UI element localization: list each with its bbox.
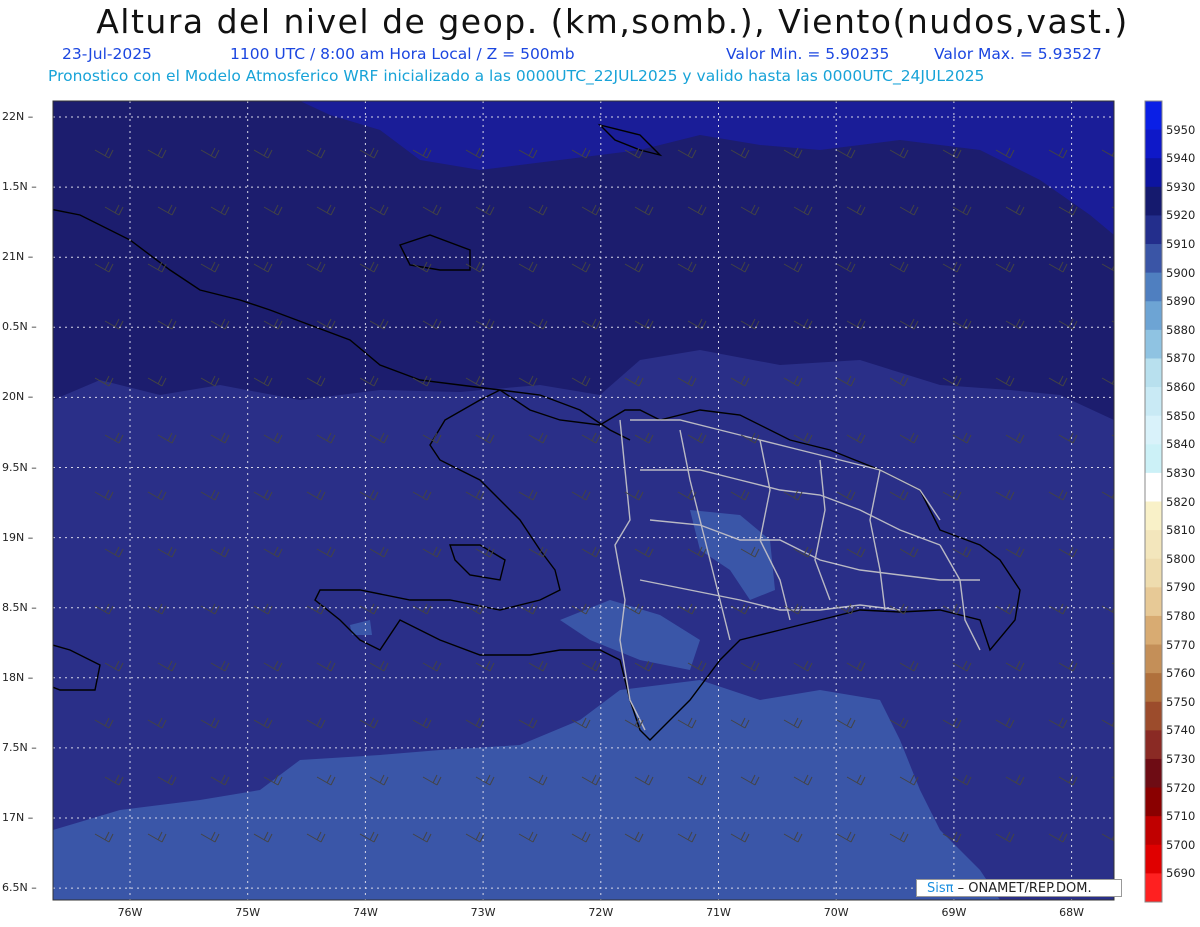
colorbar-label: 5780: [1166, 608, 1196, 623]
colorbar-swatch: [1145, 673, 1162, 703]
longitude-label: 72W: [588, 906, 614, 919]
wind-barb: [1111, 206, 1114, 209]
colorbar-label: 5790: [1166, 580, 1196, 595]
wind-barb: [1111, 320, 1114, 323]
colorbar-label: 5880: [1166, 322, 1196, 337]
colorbar-swatch: [1145, 501, 1162, 531]
latitude-label: 21N –: [2, 250, 34, 264]
longitude-label: 68W: [1059, 906, 1085, 919]
colorbar-label: 5940: [1166, 151, 1196, 166]
colorbar-swatch: [1145, 244, 1162, 274]
colorbar-swatch: [1145, 129, 1162, 159]
credit-text: – ONAMET/REP.DOM.: [953, 881, 1092, 896]
longitude-label: 71W: [706, 906, 731, 919]
colorbar-swatch: [1145, 101, 1162, 131]
colorbar-label: 5850: [1166, 408, 1196, 423]
colorbar: [1144, 100, 1163, 903]
colorbar-label: 5750: [1166, 694, 1196, 709]
colorbar-label: 5760: [1166, 666, 1196, 681]
colorbar-swatch: [1145, 472, 1162, 502]
latitude-label: 19N –: [2, 530, 34, 544]
colorbar-label: 5740: [1166, 723, 1196, 738]
colorbar-label: 5810: [1166, 523, 1196, 538]
colorbar-label: 5710: [1166, 809, 1196, 824]
longitude-label: 74W: [352, 906, 378, 919]
latitude-label: 22N –: [2, 110, 34, 123]
colorbar-label: 5720: [1166, 780, 1196, 795]
colorbar-swatch: [1145, 358, 1162, 388]
longitude-label: 75W: [235, 906, 261, 919]
colorbar-swatch: [1145, 758, 1162, 789]
longitude-label: 70W: [823, 906, 849, 919]
latitude-label: 7.5N –: [2, 740, 37, 754]
colorbar-swatch: [1145, 158, 1162, 188]
colorbar-label: 5690: [1166, 866, 1196, 881]
colorbar-swatch: [1145, 558, 1162, 588]
latitude-label: 1.5N –: [2, 180, 37, 194]
colorbar-label: 5840: [1166, 437, 1196, 452]
colorbar-label: 5700: [1166, 837, 1196, 852]
colorbar-swatch: [1145, 272, 1162, 302]
colorbar-label: 5870: [1166, 351, 1196, 366]
colorbar-label: 5770: [1166, 637, 1196, 652]
colorbar-label: 5920: [1166, 208, 1196, 223]
latitude-label: 6.5N –: [2, 881, 37, 895]
colorbar-label: 5950: [1166, 122, 1196, 137]
latitude-label: 9.5N –: [2, 460, 37, 474]
wind-barb: [1111, 548, 1114, 551]
colorbar-swatch: [1145, 329, 1162, 359]
colorbar-swatch: [1145, 873, 1162, 903]
longitude-label: 73W: [470, 906, 496, 919]
colorbar-label: 5730: [1166, 751, 1196, 766]
colorbar-swatch: [1145, 730, 1162, 760]
colorbar-swatch: [1145, 644, 1162, 674]
colorbar-label: 5860: [1166, 380, 1196, 395]
colorbar-label: 5800: [1166, 551, 1196, 566]
wind-barb: [1111, 662, 1114, 665]
colorbar-swatch: [1145, 215, 1162, 245]
colorbar-swatch: [1145, 444, 1162, 474]
colorbar-label: 5910: [1166, 237, 1196, 252]
latitude-label: 20N –: [2, 390, 34, 404]
map-canvas: [52, 100, 1163, 903]
longitude-label: 69W: [941, 906, 967, 919]
colorbar-swatch: [1145, 701, 1162, 731]
colorbar-swatch: [1145, 387, 1162, 417]
colorbar-swatch: [1145, 844, 1162, 874]
colorbar-label: 5900: [1166, 265, 1196, 280]
colorbar-swatch: [1145, 587, 1162, 617]
colorbar-swatch: [1145, 787, 1162, 817]
latitude-label: 0.5N –: [2, 320, 37, 334]
geopotential-field: [53, 101, 1114, 900]
credit-brand: Sisπ: [927, 881, 954, 896]
wind-barb: [1111, 776, 1114, 779]
latitude-label: 18N –: [2, 670, 34, 684]
colorbar-swatch: [1145, 530, 1162, 560]
colorbar-label: 5930: [1166, 179, 1196, 194]
colorbar-swatch: [1145, 301, 1162, 331]
colorbar-swatch: [1145, 415, 1162, 445]
colorbar-label: 5830: [1166, 465, 1196, 480]
colorbar-label: 5890: [1166, 294, 1196, 309]
colorbar-swatch: [1145, 816, 1162, 846]
colorbar-label: 5820: [1166, 494, 1196, 509]
longitude-label: 76W: [117, 906, 143, 919]
colorbar-swatch: [1145, 615, 1162, 646]
colorbar-swatch: [1145, 186, 1162, 216]
latitude-label: 8.5N –: [2, 600, 37, 614]
credit-box: Sisπ – ONAMET/REP.DOM.: [916, 879, 1122, 897]
wind-barb: [1111, 434, 1114, 437]
latitude-label: 17N –: [2, 811, 34, 824]
